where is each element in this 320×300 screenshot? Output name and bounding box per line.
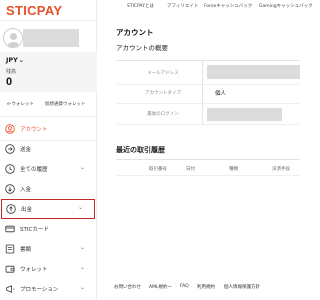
topnav-affiliate[interactable]: アフィリエイト — [167, 3, 198, 9]
divider — [116, 60, 300, 61]
footer-contact-link[interactable]: お問い合わせ — [114, 284, 141, 290]
chevron-down-icon: ⌄ — [18, 57, 24, 64]
divider — [202, 104, 203, 124]
last-login-value-redacted — [207, 108, 282, 121]
document-icon — [5, 244, 15, 254]
sidebar-item-label: 出金 — [21, 207, 33, 213]
chevron-down-icon: ⌄ — [79, 244, 85, 251]
divider — [116, 103, 300, 104]
account-type-label: アカウントタイプ — [145, 91, 181, 96]
username-redacted — [23, 29, 79, 47]
email-value-redacted — [207, 65, 300, 79]
e-wallet-link[interactable]: e-ウォレット — [7, 101, 34, 107]
sidebar: STICPAY JPY⌄ 残高 0 e-ウォレット 仮想通貨ウォレット アカウン… — [0, 0, 97, 300]
footer-terms-link[interactable]: 利用規約 — [197, 284, 215, 290]
sidebar-item-all-history[interactable]: 全ての履歴 ⌄ — [0, 159, 97, 179]
currency-selector[interactable]: JPY⌄ — [6, 56, 24, 64]
send-icon — [5, 144, 15, 154]
column-header-type: 種類 — [229, 167, 238, 172]
person-icon — [5, 124, 15, 134]
balance-value: 0 — [6, 76, 13, 88]
sidebar-item-label: アカウント — [20, 127, 48, 133]
sidebar-item-promotion[interactable]: プロモーション ⌄ — [0, 279, 97, 299]
deposit-icon — [5, 184, 15, 194]
footer-privacy-link[interactable]: 個人情報保護方針 — [224, 284, 260, 290]
divider — [0, 20, 97, 21]
sidebar-item-deposit[interactable]: 入金 — [0, 179, 97, 199]
sidebar-item-label: プロモーション — [20, 287, 59, 293]
sidebar-item-send[interactable]: 送金 — [0, 139, 97, 159]
topnav-gaming-cashback[interactable]: Gamingキャッシュバック — [259, 3, 313, 9]
footer-aml-link[interactable]: AML規約ー — [149, 284, 172, 290]
avatar-icon[interactable] — [3, 28, 23, 48]
history-icon — [5, 164, 15, 174]
sidebar-item-documents[interactable]: 書類 ⌄ — [0, 239, 97, 259]
divider — [0, 116, 97, 117]
sidebar-item-label: 送金 — [20, 147, 32, 153]
sticpay-logo[interactable]: STICPAY — [6, 3, 62, 18]
page-title: アカウント — [116, 28, 154, 37]
account-overview-heading: アカウントの概要 — [116, 44, 168, 52]
last-login-label: 最後のログイン — [147, 112, 179, 117]
balance-label: 残高 — [6, 69, 17, 75]
footer-faq-link[interactable]: FAQ — [180, 284, 189, 289]
divider — [202, 85, 203, 103]
sidebar-item-stic-card[interactable]: STICカード — [0, 219, 97, 239]
topnav-forex-cashback[interactable]: Forexキャッシュバック — [204, 3, 252, 9]
column-header-transaction-id: 取引番号 — [149, 167, 167, 172]
card-icon — [5, 225, 15, 233]
divider — [116, 175, 300, 176]
topnav-about[interactable]: STICPAYとは — [127, 3, 154, 9]
currency-label: JPY — [6, 56, 18, 64]
sidebar-item-label: 入金 — [20, 187, 32, 193]
wallet-icon — [5, 265, 15, 273]
chevron-down-icon: ⌄ — [79, 164, 85, 171]
chevron-down-icon: ⌄ — [79, 264, 85, 271]
promotion-icon — [6, 285, 15, 293]
sidebar-item-wallet[interactable]: ウォレット ⌄ — [0, 259, 97, 279]
chevron-down-icon: ⌄ — [79, 284, 85, 291]
sidebar-item-label: 全ての履歴 — [20, 167, 48, 173]
divider — [116, 84, 300, 85]
column-header-date: 日付 — [186, 167, 195, 172]
crypto-wallet-link[interactable]: 仮想通貨ウォレット — [45, 101, 86, 107]
email-label: メールアドレス — [147, 71, 179, 76]
recent-transactions-heading: 最近の取引履歴 — [116, 146, 165, 154]
divider — [116, 159, 300, 160]
sidebar-item-label: 書類 — [20, 247, 32, 253]
sidebar-item-withdraw[interactable]: 出金 ⌄ — [1, 199, 95, 219]
sidebar-item-label: ウォレット — [20, 267, 48, 273]
column-header-payment-method: 決済手段 — [272, 167, 290, 172]
withdraw-icon — [6, 204, 16, 214]
chevron-down-icon: ⌄ — [77, 204, 83, 211]
account-type-value: 個人 — [215, 91, 227, 97]
sidebar-item-account[interactable]: アカウント — [0, 119, 97, 139]
sidebar-item-label: STICカード — [20, 227, 49, 233]
top-navigation: STICPAYとは アフィリエイト Forexキャッシュバック Gamingキャ… — [97, 0, 313, 12]
divider — [116, 124, 300, 125]
divider — [202, 61, 203, 84]
